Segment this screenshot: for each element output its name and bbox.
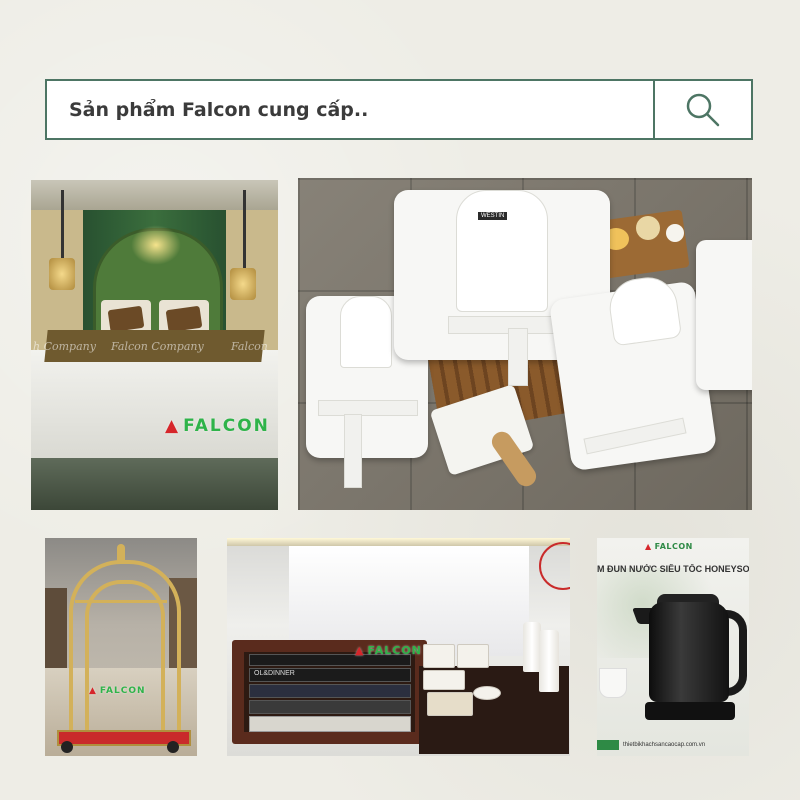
bathrobes-photo[interactable]: WESTIN [298, 178, 752, 510]
bedroom-photo[interactable]: h Company Falcon Company Falcon ▲ FALCON [31, 180, 278, 510]
ceiling [31, 180, 278, 210]
robe-belt [448, 316, 560, 334]
falcon-logo: ▲ FALCON [645, 542, 693, 551]
pack-label: OL&DINNER [254, 670, 295, 677]
led-strip [227, 538, 570, 546]
robe-label: WESTIN [478, 212, 508, 220]
shop-front [45, 588, 67, 668]
logo-text: FALCON [99, 686, 146, 696]
decor-cushion [165, 305, 203, 333]
robe-belt [318, 400, 418, 416]
falcon-logo: ▲ FALCON [89, 686, 146, 696]
kettle-body [649, 602, 729, 702]
robe-collar [340, 296, 392, 368]
robe-belt-tail [508, 328, 528, 386]
website-url: thietbikhachsancaocap.com.vn [623, 742, 706, 748]
robe-collar [456, 190, 548, 312]
logo-text: FALCON [654, 542, 693, 551]
falcon-bird-icon: ▲ [645, 542, 652, 551]
falcon-bird-icon: ▲ [165, 416, 181, 436]
falcon-bird-icon: ▲ [89, 686, 97, 696]
amenity-item [423, 670, 465, 690]
logo-text: FALCON [367, 644, 422, 657]
cart-wheel [167, 741, 179, 753]
watermark: h Company [33, 340, 96, 353]
amenity-bottle [539, 630, 559, 692]
lamp-cord-left [61, 190, 64, 260]
bed-sheet [31, 350, 278, 460]
bathrobe-right [696, 240, 752, 390]
falcon-bird-icon: ▲ [355, 644, 365, 657]
search-icon [686, 93, 720, 126]
amenity-item [423, 644, 455, 668]
decor-cushion [107, 305, 145, 333]
cart-hook [117, 544, 125, 562]
certification-stamp [539, 542, 570, 590]
search-button[interactable] [653, 81, 751, 138]
amenity-pack [249, 684, 411, 698]
amenity-pack: OL&DINNER [249, 668, 411, 682]
cart-hanger-bar [75, 600, 167, 603]
hotel-amenities-photo[interactable]: OL&DINNER ▲ FALCON [227, 538, 570, 756]
luggage-cart-photo[interactable]: ▲ FALCON [45, 538, 197, 756]
amenity-pack [249, 700, 411, 714]
soap-bar [666, 224, 684, 242]
amenity-item [427, 692, 473, 716]
logo-text: FALCON [183, 416, 270, 436]
amenity-pack [249, 716, 411, 732]
soap-bar [636, 216, 660, 240]
product-banner: M ĐUN NƯỚC SIÊU TỐC HONEYSO [597, 564, 749, 574]
cart-frame-inner [85, 580, 165, 742]
soap-dish [473, 686, 501, 700]
falcon-logo: ▲ FALCON [355, 644, 422, 657]
pendant-lamp-right [230, 268, 256, 300]
robe-belt-tail [344, 414, 362, 488]
footer-accent [597, 740, 619, 750]
kettle-base [645, 702, 735, 720]
wall-light [131, 225, 181, 265]
pendant-lamp-left [49, 258, 75, 290]
bed-skirt [31, 458, 278, 510]
teacup [599, 668, 627, 698]
falcon-logo: ▲ FALCON [165, 416, 270, 436]
amenity-item [457, 644, 489, 668]
watermark: Falcon Company [111, 340, 204, 353]
search-bar[interactable]: Sản phẩm Falcon cung cấp.. [45, 79, 753, 140]
cart-wheel [61, 741, 73, 753]
watermark: Falcon [231, 340, 268, 353]
electric-kettle-photo[interactable]: ▲ FALCON M ĐUN NƯỚC SIÊU TỐC HONEYSO thie… [597, 538, 749, 756]
search-input[interactable]: Sản phẩm Falcon cung cấp.. [47, 81, 653, 138]
lamp-cord-right [243, 190, 246, 270]
